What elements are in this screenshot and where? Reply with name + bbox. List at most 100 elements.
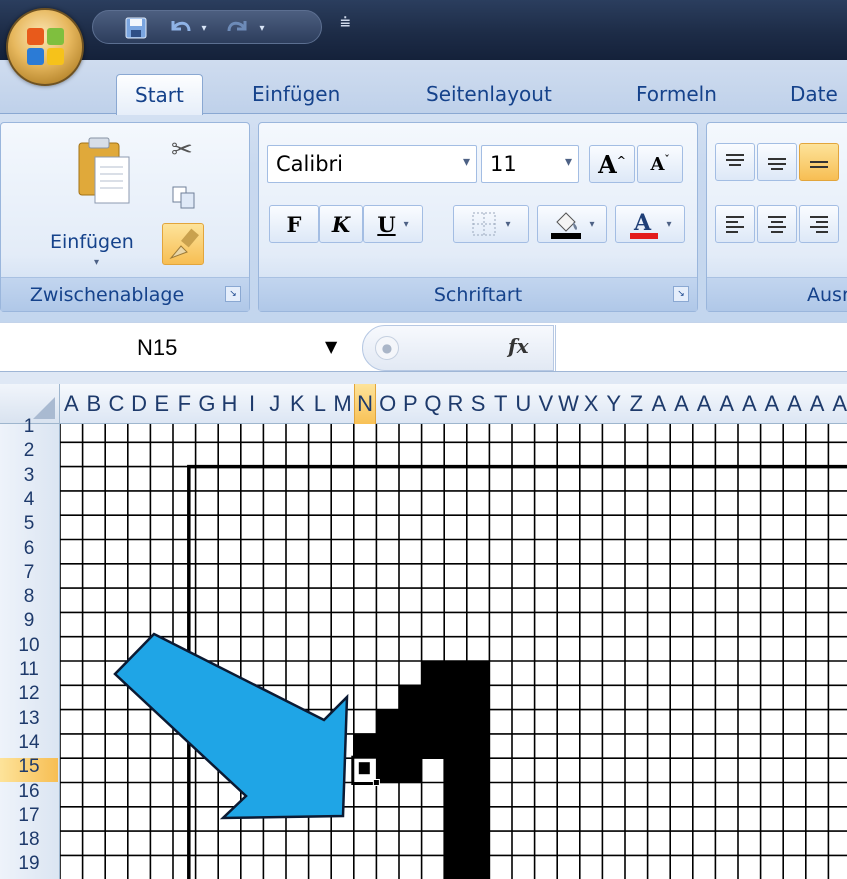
- clipboard-launcher-icon[interactable]: ↘: [225, 286, 241, 302]
- paste-dropdown-icon[interactable]: ▾: [94, 257, 99, 268]
- fill-color-dropdown-icon[interactable]: ▾: [589, 219, 594, 230]
- column-header-p[interactable]: P: [399, 384, 422, 424]
- row-header-11[interactable]: 11: [0, 661, 58, 685]
- tab-seitenlayout[interactable]: Seitenlayout: [426, 74, 552, 114]
- column-header-w[interactable]: W: [557, 384, 580, 424]
- align-center-button[interactable]: [757, 205, 797, 243]
- align-top-button[interactable]: [715, 143, 755, 181]
- tab-einfuegen[interactable]: Einfügen: [252, 74, 340, 114]
- redo-dropdown-icon[interactable]: ▾: [255, 11, 269, 45]
- column-header-q[interactable]: Q: [422, 384, 445, 424]
- row-header-18[interactable]: 18: [0, 831, 58, 855]
- save-icon[interactable]: [121, 11, 151, 45]
- font-color-button[interactable]: A ▾: [615, 205, 685, 243]
- redo-icon[interactable]: [223, 11, 253, 45]
- row-header-12[interactable]: 12: [0, 685, 58, 709]
- column-header-a[interactable]: A: [738, 384, 761, 424]
- column-header-d[interactable]: D: [128, 384, 151, 424]
- column-header-a[interactable]: A: [828, 384, 847, 424]
- row-header-15[interactable]: 15: [0, 758, 58, 783]
- column-header-i[interactable]: I: [241, 384, 264, 424]
- font-size-dropdown-icon[interactable]: ▾: [565, 154, 572, 170]
- column-header-e[interactable]: E: [150, 384, 173, 424]
- name-box-dropdown-icon[interactable]: ▼: [325, 337, 337, 356]
- borders-button[interactable]: ▾: [453, 205, 529, 243]
- row-header-2[interactable]: 2: [0, 442, 58, 466]
- column-header-u[interactable]: U: [512, 384, 535, 424]
- column-header-v[interactable]: V: [535, 384, 558, 424]
- column-header-k[interactable]: K: [286, 384, 309, 424]
- column-header-c[interactable]: C: [105, 384, 128, 424]
- office-button[interactable]: [6, 8, 84, 86]
- row-header-9[interactable]: 9: [0, 612, 58, 636]
- column-header-b[interactable]: B: [83, 384, 106, 424]
- column-header-y[interactable]: Y: [602, 384, 625, 424]
- column-header-a[interactable]: A: [60, 384, 83, 424]
- align-bottom-button[interactable]: [799, 143, 839, 181]
- copy-icon[interactable]: [171, 185, 197, 209]
- italic-button[interactable]: K: [319, 205, 363, 243]
- font-size-combo[interactable]: 11 ▾: [481, 145, 579, 183]
- undo-dropdown-icon[interactable]: ▾: [197, 11, 211, 45]
- column-header-h[interactable]: H: [218, 384, 241, 424]
- column-header-a[interactable]: A: [648, 384, 671, 424]
- column-header-a[interactable]: A: [693, 384, 716, 424]
- row-header-3[interactable]: 3: [0, 467, 58, 491]
- column-header-a[interactable]: A: [670, 384, 693, 424]
- column-header-r[interactable]: R: [444, 384, 467, 424]
- row-header-13[interactable]: 13: [0, 710, 58, 734]
- grow-font-button[interactable]: A^: [589, 145, 635, 183]
- font-name-dropdown-icon[interactable]: ▾: [463, 154, 470, 170]
- column-header-m[interactable]: M: [331, 384, 354, 424]
- align-left-button[interactable]: [715, 205, 755, 243]
- column-header-a[interactable]: A: [715, 384, 738, 424]
- underline-button[interactable]: U ▾: [363, 205, 423, 243]
- tab-formeln[interactable]: Formeln: [636, 74, 717, 114]
- insert-function-icon[interactable]: fx: [508, 334, 529, 358]
- tab-daten[interactable]: Date: [790, 74, 838, 114]
- row-header-6[interactable]: 6: [0, 540, 58, 564]
- row-header-14[interactable]: 14: [0, 734, 58, 758]
- cell-grid[interactable]: [59, 417, 847, 879]
- column-header-x[interactable]: X: [580, 384, 603, 424]
- undo-icon[interactable]: [165, 11, 195, 45]
- cut-icon[interactable]: ✂: [171, 135, 193, 165]
- row-header-7[interactable]: 7: [0, 564, 58, 588]
- column-header-s[interactable]: S: [467, 384, 490, 424]
- customize-icon[interactable]: ⩧: [340, 12, 351, 33]
- column-header-a[interactable]: A: [783, 384, 806, 424]
- row-header-5[interactable]: 5: [0, 515, 58, 539]
- align-right-button[interactable]: [799, 205, 839, 243]
- column-header-l[interactable]: L: [309, 384, 332, 424]
- column-header-z[interactable]: Z: [625, 384, 648, 424]
- format-painter-icon[interactable]: [162, 223, 204, 265]
- font-launcher-icon[interactable]: ↘: [673, 286, 689, 302]
- font-name-combo[interactable]: Calibri ▾: [267, 145, 477, 183]
- paste-button[interactable]: Einfügen ▾: [45, 135, 134, 268]
- underline-dropdown-icon[interactable]: ▾: [404, 219, 409, 230]
- column-header-t[interactable]: T: [489, 384, 512, 424]
- column-header-g[interactable]: G: [196, 384, 219, 424]
- formula-cancel-icon[interactable]: ●: [375, 336, 399, 360]
- column-header-o[interactable]: O: [376, 384, 399, 424]
- tab-start[interactable]: Start: [116, 74, 203, 115]
- row-header-10[interactable]: 10: [0, 637, 58, 661]
- column-header-f[interactable]: F: [173, 384, 196, 424]
- align-middle-button[interactable]: [757, 143, 797, 181]
- borders-dropdown-icon[interactable]: ▾: [505, 219, 510, 230]
- name-box[interactable]: N15 ▼: [0, 329, 360, 367]
- font-color-dropdown-icon[interactable]: ▾: [666, 219, 671, 230]
- column-header-a[interactable]: A: [806, 384, 829, 424]
- column-header-n[interactable]: N: [353, 384, 377, 424]
- formula-input[interactable]: [555, 325, 847, 371]
- row-header-4[interactable]: 4: [0, 491, 58, 515]
- shrink-font-button[interactable]: Aˇ: [637, 145, 683, 183]
- row-header-1[interactable]: 1: [0, 418, 58, 442]
- row-header-19[interactable]: 19: [0, 855, 58, 879]
- row-header-17[interactable]: 17: [0, 807, 58, 831]
- column-header-a[interactable]: A: [761, 384, 784, 424]
- bold-button[interactable]: F: [269, 205, 319, 243]
- column-header-j[interactable]: J: [263, 384, 286, 424]
- row-header-8[interactable]: 8: [0, 588, 58, 612]
- fill-color-button[interactable]: ▾: [537, 205, 607, 243]
